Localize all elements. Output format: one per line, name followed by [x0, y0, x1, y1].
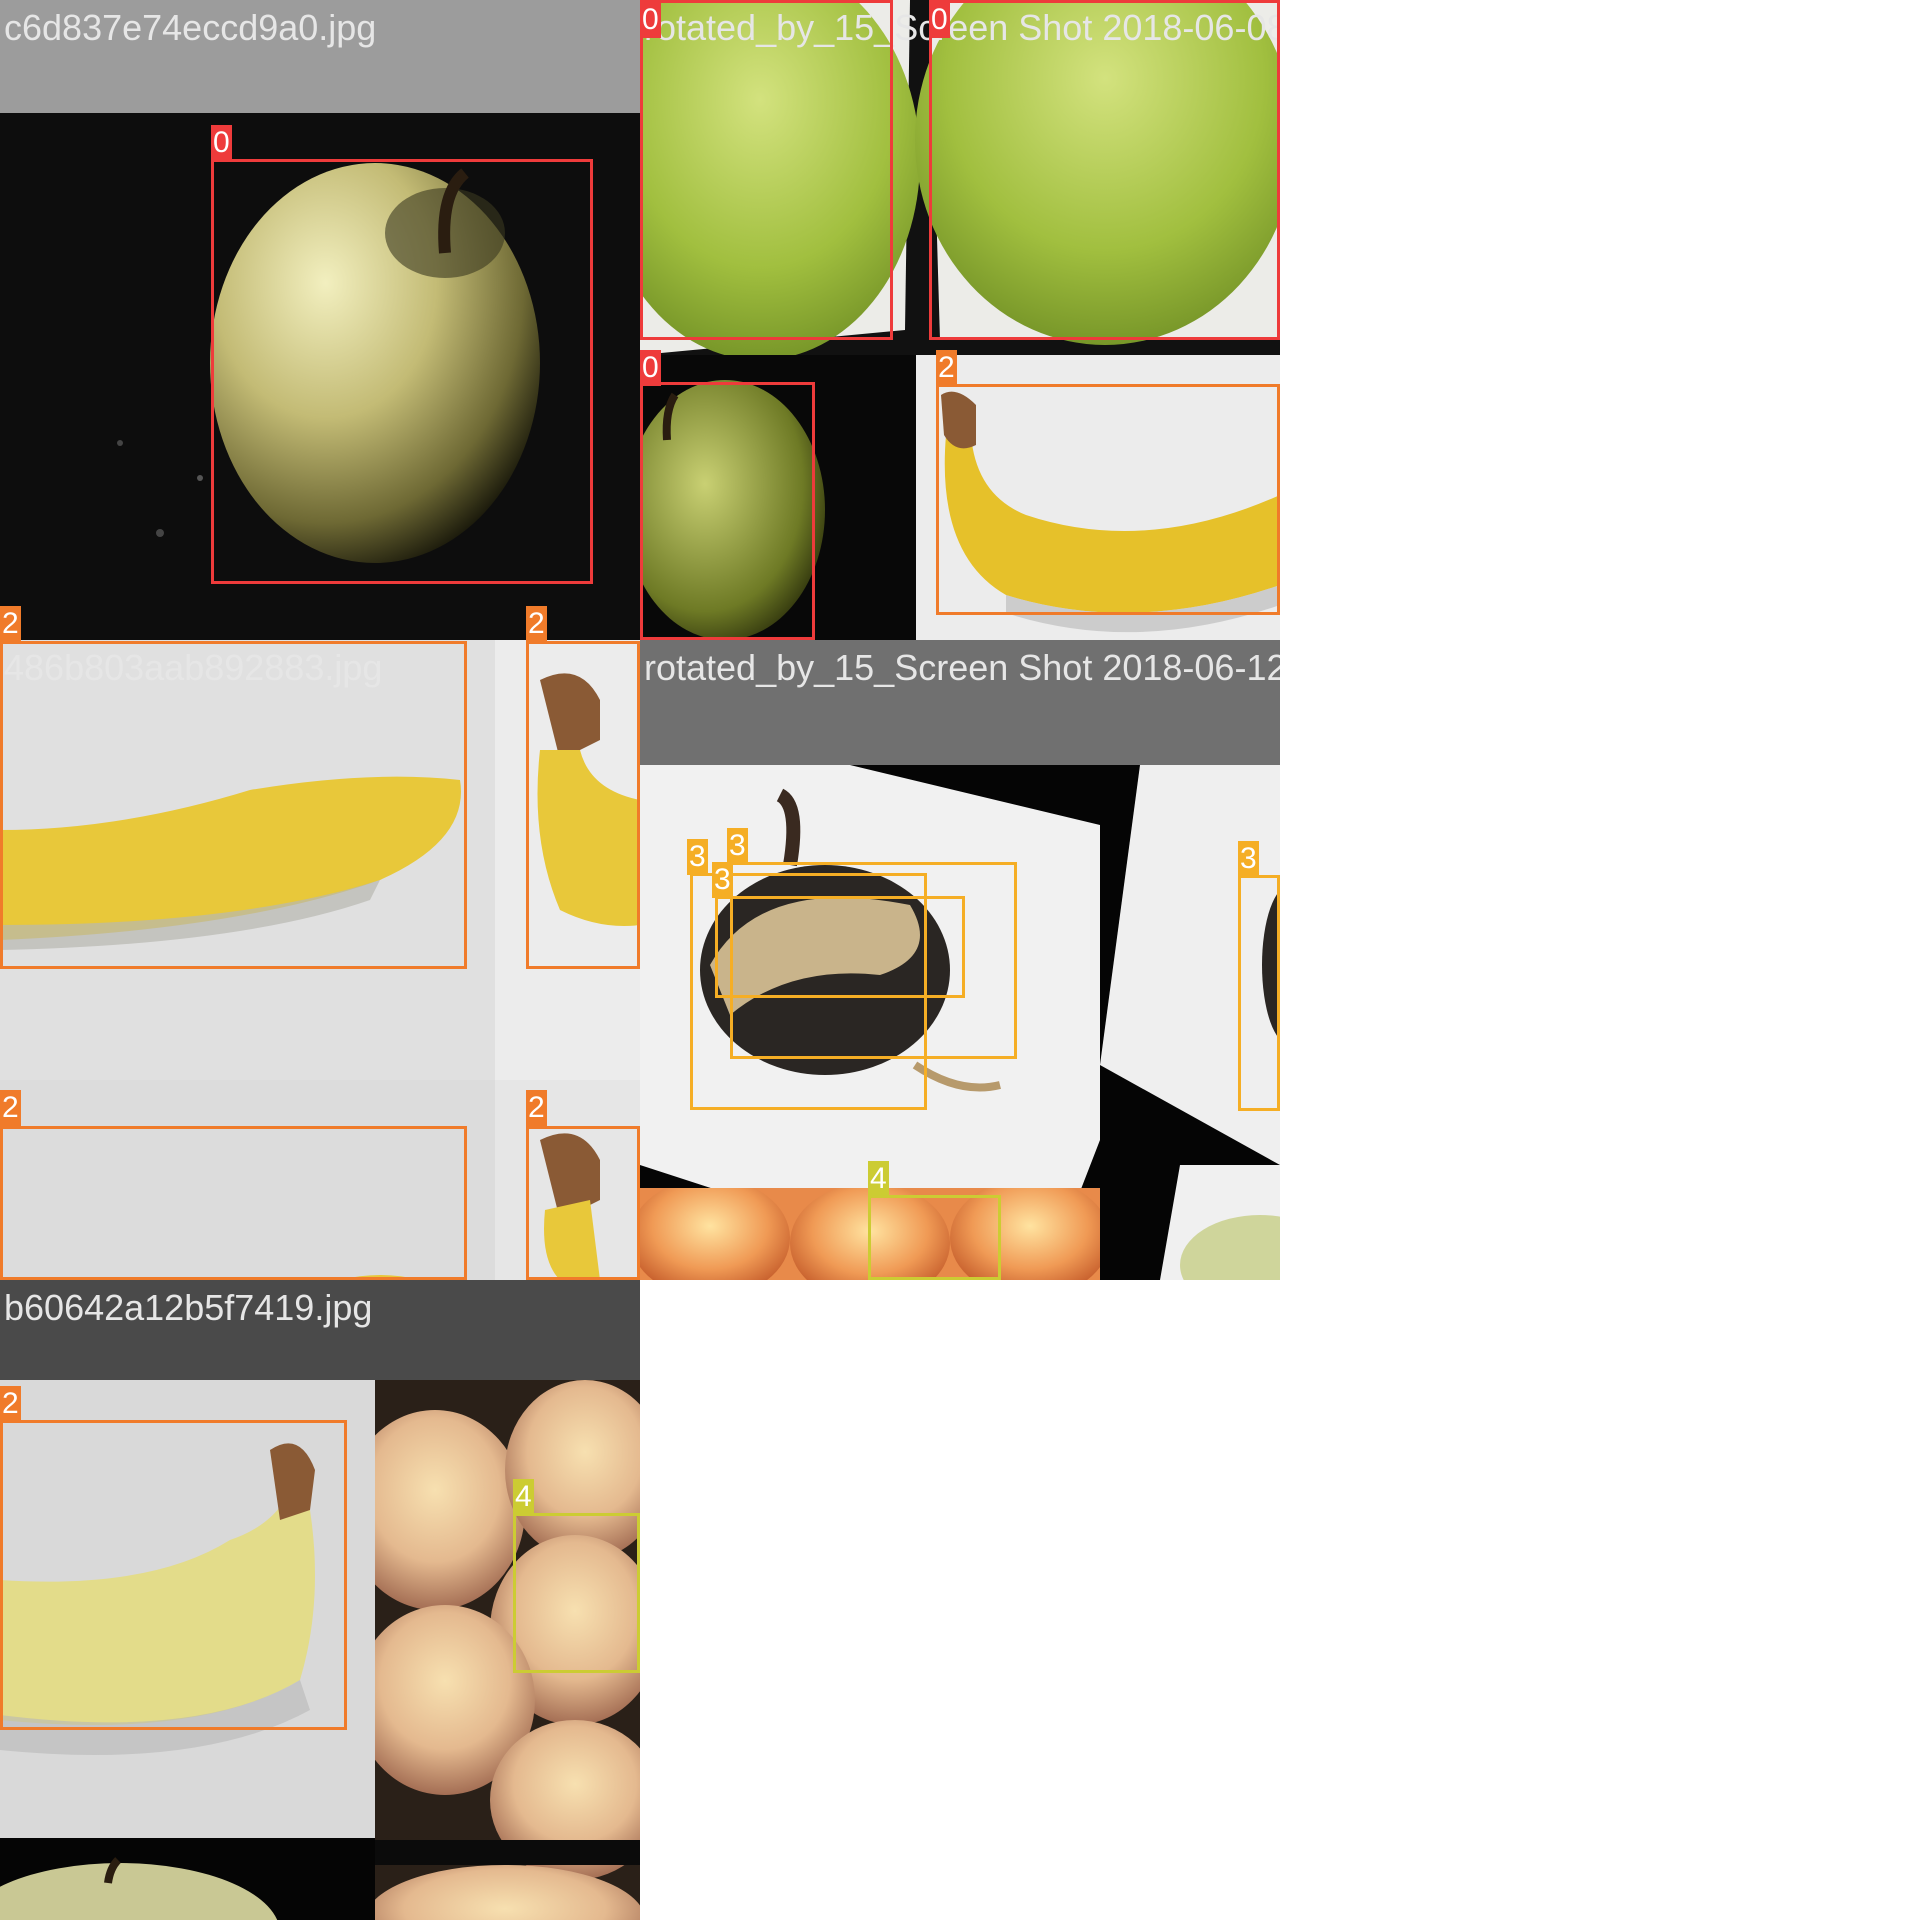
filename-label: b60642a12b5f7419.jpg [4, 1287, 373, 1328]
filename-label: rotated_by_15_Screen Shot 2018-06-12 at [644, 647, 1280, 688]
class-label: 0 [640, 350, 661, 386]
class-label: 3 [727, 828, 748, 864]
class-label: 2 [526, 1090, 547, 1126]
class-label: 2 [0, 1386, 21, 1422]
detection-box [0, 1420, 347, 1730]
class-label: 4 [513, 1479, 534, 1515]
detection-box [1238, 875, 1280, 1111]
class-label: 3 [687, 839, 708, 875]
class-label: 3 [712, 862, 733, 898]
detection-box [526, 1126, 640, 1280]
class-label: 4 [868, 1161, 889, 1197]
class-label: 0 [640, 2, 661, 38]
detection-box [868, 1195, 1001, 1280]
detection-box [936, 384, 1280, 615]
detection-box [715, 896, 965, 998]
mosaic-tile-3: 486b803aab892883.jpg 2 2 [0, 640, 640, 1280]
class-label: 2 [0, 1090, 21, 1126]
mosaic-tile-5: b60642a12b5f7419.jpg 2 4 [0, 1280, 640, 1920]
class-label: 2 [0, 606, 21, 642]
filename-label: c6d837e74eccd9a0.jpg [4, 7, 377, 48]
detection-box [929, 0, 1280, 340]
class-label: 2 [936, 350, 957, 386]
class-label: 0 [211, 125, 232, 161]
apple-image [0, 1838, 375, 1920]
detection-box [640, 382, 815, 640]
detection-box [0, 1126, 467, 1280]
detection-box [0, 641, 467, 969]
class-label: 3 [1238, 841, 1259, 877]
mosaic-tile-4: rotated_by_15_Screen Shot 2018-06-12 at … [640, 640, 1280, 1280]
detection-box [513, 1513, 640, 1673]
class-label: 0 [929, 2, 950, 38]
detection-box [211, 159, 593, 584]
mosaic-tile-2: rotated_by_15_Screen Shot 2018-06-08 at … [640, 0, 1280, 640]
detection-box [640, 0, 893, 340]
mosaic-tile-1: c6d837e74eccd9a0.jpg 0 [0, 0, 640, 640]
detection-box [526, 641, 640, 969]
class-label: 2 [526, 606, 547, 642]
